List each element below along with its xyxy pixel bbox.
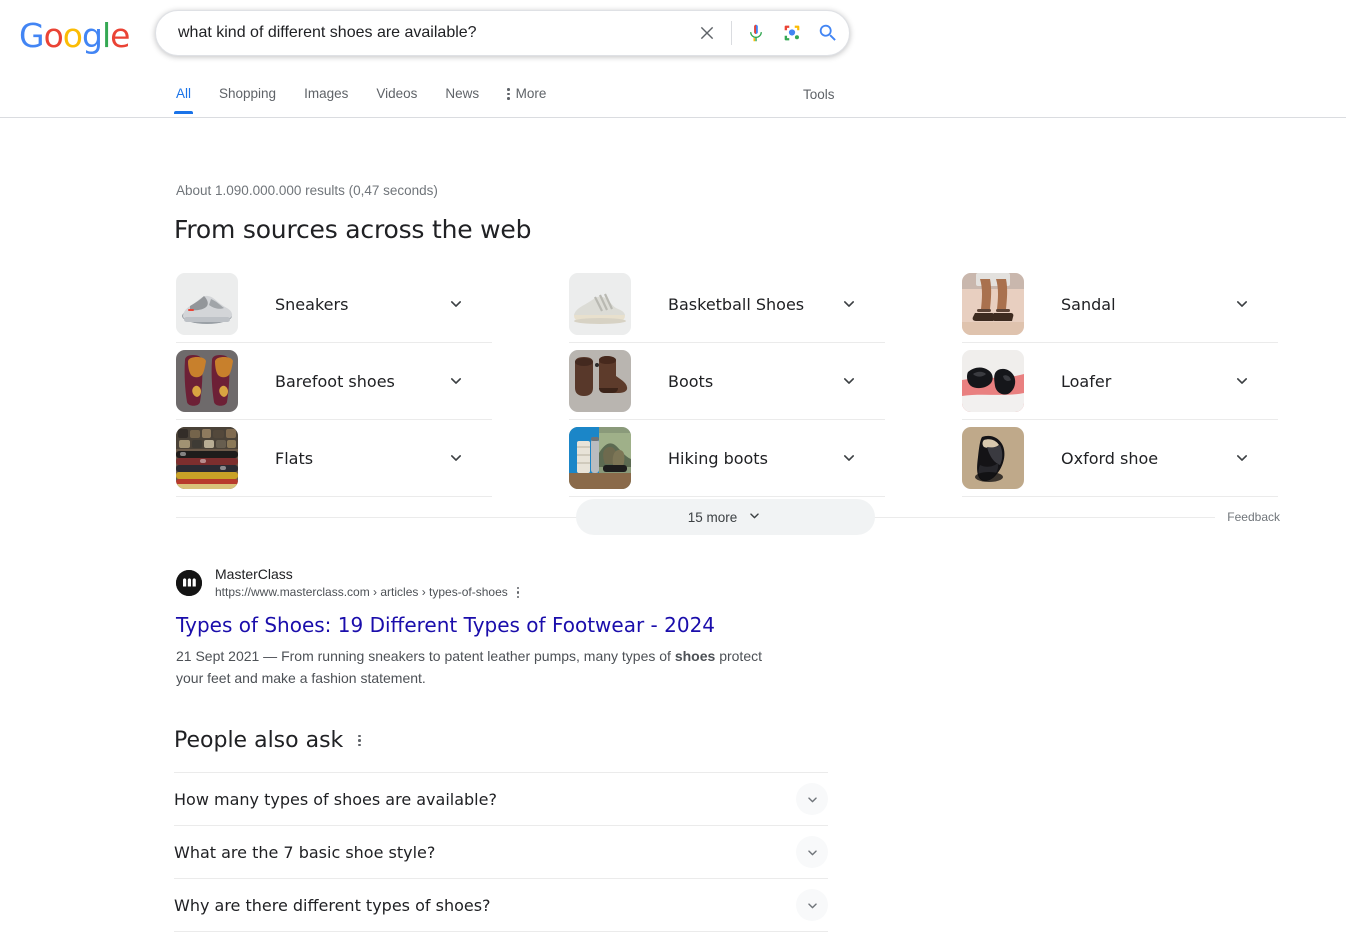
paa-title: People also ask (174, 728, 344, 753)
source-label: Barefoot shoes (275, 371, 395, 391)
result-url: https://www.masterclass.com › articles ›… (215, 584, 508, 599)
snippet-date: 21 Sept 2021 — (176, 648, 278, 664)
sandal-legs-thumb (962, 273, 1024, 335)
source-item-loafer[interactable]: Loafer (962, 343, 1278, 420)
search-bar[interactable] (155, 10, 850, 56)
sources-heading: From sources across the web (174, 215, 532, 244)
chevron-down-icon[interactable] (837, 446, 861, 470)
result-options-icon[interactable] (514, 585, 523, 601)
basketball-shoe-thumb (569, 273, 631, 335)
paa-options-icon[interactable] (355, 733, 364, 749)
chevron-down-icon[interactable] (837, 292, 861, 316)
flats-market-thumb (176, 427, 238, 489)
feedback-link[interactable]: Feedback (1215, 510, 1280, 524)
chevron-down-icon[interactable] (1230, 292, 1254, 316)
microphone-icon[interactable] (743, 20, 769, 46)
chevron-down-icon[interactable] (796, 836, 828, 868)
search-nav-bar: All Shopping Images Videos News More Too… (0, 78, 1346, 118)
close-icon[interactable] (694, 20, 720, 46)
organic-result: MasterClass https://www.masterclass.com … (176, 566, 776, 689)
result-site-info: MasterClass https://www.masterclass.com … (215, 566, 522, 600)
page-header: Google (0, 0, 1346, 78)
oxford-shoe-thumb (962, 427, 1024, 489)
chevron-down-icon[interactable] (837, 369, 861, 393)
tab-all[interactable]: All (173, 78, 194, 113)
source-item-boots[interactable]: Boots (569, 343, 885, 420)
result-site-name: MasterClass (215, 566, 293, 582)
source-label: Boots (668, 371, 714, 391)
source-item-sneakers[interactable]: Sneakers (176, 266, 492, 343)
logo-letter-g2: g (81, 16, 103, 55)
barefoot-maroon-loafers-thumb (176, 350, 238, 412)
people-also-ask: People also ask How many types of shoes … (174, 728, 828, 934)
tab-shopping[interactable]: Shopping (219, 78, 276, 113)
tab-videos[interactable]: Videos (376, 78, 417, 113)
paa-header: People also ask (174, 728, 828, 753)
sneaker-grey-thumb (176, 273, 238, 335)
tab-more[interactable]: More (507, 78, 546, 113)
logo-letter-o1: o (43, 16, 64, 55)
google-lens-icon[interactable] (779, 20, 805, 46)
black-loafer-pink-thumb (962, 350, 1024, 412)
chevron-down-icon[interactable] (796, 889, 828, 921)
snippet-highlight: shoes (674, 648, 716, 664)
paa-question-text: What are the 7 basic shoe style? (174, 842, 436, 862)
chevron-down-icon[interactable] (444, 292, 468, 316)
source-item-sandal[interactable]: Sandal (962, 266, 1278, 343)
sources-grid: Sneakers Basketball Shoes Sandal Barefoo… (176, 266, 1278, 497)
source-label: Sneakers (275, 294, 349, 314)
source-label: Basketball Shoes (668, 294, 805, 314)
paa-question-3[interactable]: Why are there different types of shoes? (174, 878, 828, 931)
source-item-barefoot-shoes[interactable]: Barefoot shoes (176, 343, 492, 420)
chevron-down-icon[interactable] (1230, 446, 1254, 470)
tools-button[interactable]: Tools (803, 87, 835, 102)
chevron-down-icon (746, 507, 763, 527)
chevron-down-icon[interactable] (444, 446, 468, 470)
result-title-link[interactable]: Types of Shoes: 19 Different Types of Fo… (176, 612, 776, 638)
chevron-down-icon[interactable] (796, 783, 828, 815)
show-more-label: 15 more (687, 509, 738, 525)
source-item-basketball-shoes[interactable]: Basketball Shoes (569, 266, 885, 343)
search-input[interactable] (176, 16, 694, 50)
sources-more-row: 15 more Feedback (176, 499, 1280, 535)
snippet-pre: From running sneakers to patent leather … (277, 648, 675, 664)
result-stats: About 1.090.000.000 results (0,47 second… (176, 183, 438, 198)
masterclass-favicon (176, 570, 202, 596)
search-divider (731, 21, 732, 45)
paa-question-text: How many types of shoes are available? (174, 789, 497, 809)
search-nav-tabs: All Shopping Images Videos News More (173, 78, 574, 118)
logo-letter-g1: G (19, 16, 45, 55)
tab-more-label: More (515, 86, 547, 101)
logo-letter-o2: o (62, 16, 83, 55)
source-item-hiking-boots[interactable]: Hiking boots (569, 420, 885, 497)
chevron-down-icon[interactable] (1230, 369, 1254, 393)
source-label: Loafer (1061, 371, 1112, 391)
logo-letter-e: e (110, 16, 130, 55)
more-dots-icon (507, 88, 510, 100)
chevron-down-icon[interactable] (444, 369, 468, 393)
logo-letter-l: l (101, 16, 111, 55)
paa-question-1[interactable]: How many types of shoes are available? (174, 772, 828, 825)
source-item-flats[interactable]: Flats (176, 420, 492, 497)
hiking-boots-thumb (569, 427, 631, 489)
source-label: Flats (275, 448, 314, 468)
paa-question-text: Why are there different types of shoes? (174, 895, 491, 915)
source-label: Sandal (1061, 294, 1116, 314)
source-label: Oxford shoe (1061, 448, 1159, 468)
search-icon[interactable] (815, 20, 841, 46)
paa-question-2[interactable]: What are the 7 basic shoe style? (174, 825, 828, 878)
tab-news[interactable]: News (445, 78, 479, 113)
google-logo[interactable]: Google (19, 16, 130, 55)
show-more-sources-button[interactable]: 15 more (576, 499, 875, 535)
result-header: MasterClass https://www.masterclass.com … (176, 566, 776, 600)
brown-boots-thumb (569, 350, 631, 412)
result-url-row: https://www.masterclass.com › articles ›… (215, 585, 522, 601)
source-item-oxford-shoe[interactable]: Oxford shoe (962, 420, 1278, 497)
tab-images[interactable]: Images (304, 78, 348, 113)
source-label: Hiking boots (668, 448, 768, 468)
result-snippet: 21 Sept 2021 — From running sneakers to … (176, 645, 768, 689)
